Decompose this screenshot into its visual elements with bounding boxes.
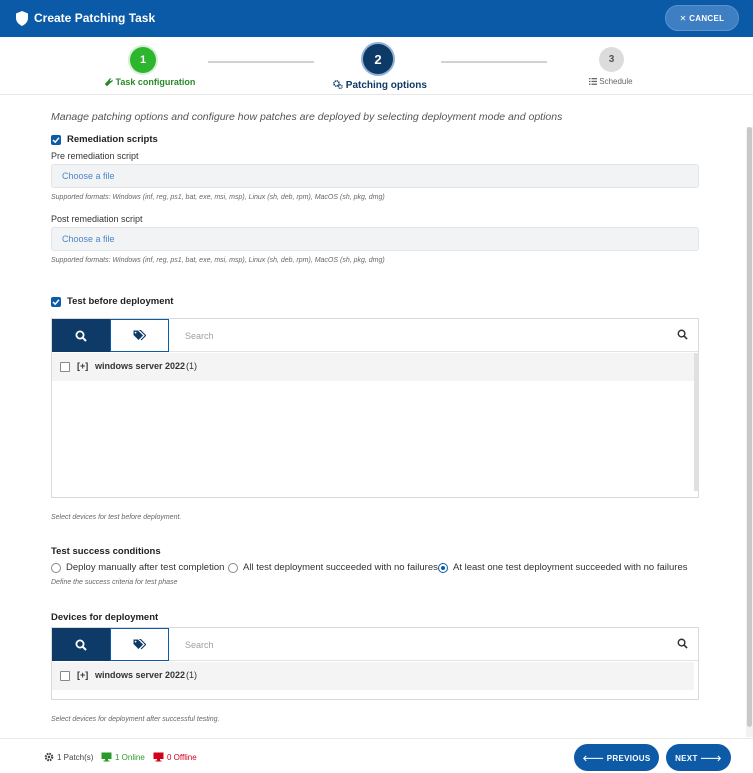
radio-all-succeeded-label[interactable]: All test deployment succeeded with no fa…: [243, 562, 438, 573]
post-remediation-file-input[interactable]: Choose a file: [51, 227, 699, 251]
radio-all-succeeded[interactable]: [228, 563, 238, 573]
deployment-device-expand-toggle[interactable]: [+]: [77, 670, 88, 680]
patch-count-text: 1 Patch(s): [57, 752, 94, 762]
check-icon: [52, 299, 60, 306]
test-device-row[interactable]: [+] windows server 2022 (1): [52, 353, 694, 381]
check-icon: [52, 137, 60, 144]
window-title: Create Patching Task: [34, 11, 156, 25]
step-connector: [208, 61, 314, 63]
radio-deploy-manually-label[interactable]: Deploy manually after test completion: [66, 562, 224, 573]
deployment-devices-panel: [+] windows server 2022 (1): [51, 627, 699, 700]
test-device-expand-toggle[interactable]: [+]: [77, 361, 88, 371]
step-connector: [441, 61, 547, 63]
monitor-icon: [153, 752, 164, 762]
deployment-devices-hint: Select devices for deployment after succ…: [51, 716, 220, 723]
monitor-icon: [101, 752, 112, 762]
tags-icon: [133, 330, 146, 341]
step-2-text: Patching options: [345, 80, 427, 91]
online-count: 1 Online: [101, 752, 145, 762]
search-icon[interactable]: [677, 329, 688, 340]
test-device-row-checkbox[interactable]: [60, 362, 70, 372]
page-scrollbar-thumb[interactable]: [747, 127, 752, 727]
search-icon: [75, 330, 87, 342]
test-devices-scrollbar[interactable]: [694, 353, 699, 491]
test-device-group-count: (1): [186, 361, 197, 371]
test-search-tab[interactable]: [52, 319, 110, 352]
deployment-device-group-name: windows server 2022: [95, 670, 186, 680]
previous-button[interactable]: 🡐 PREVIOUS: [574, 744, 659, 771]
deployment-tags-tab[interactable]: [110, 628, 169, 661]
cancel-button[interactable]: ✕ CANCEL: [665, 5, 739, 31]
offline-count: 0 Offline: [153, 752, 197, 762]
gear-icon: [44, 752, 54, 762]
test-search-input[interactable]: [185, 329, 665, 343]
step-2-circle[interactable]: 2: [363, 44, 393, 74]
test-success-title: Test success conditions: [51, 546, 161, 557]
patch-count: 1 Patch(s): [44, 752, 93, 762]
deployment-device-row[interactable]: [+] windows server 2022 (1): [52, 662, 694, 690]
step-1-circle[interactable]: 1: [130, 47, 156, 73]
step-3-label[interactable]: Schedule: [589, 77, 633, 86]
test-device-group-name: windows server 2022: [95, 361, 186, 371]
post-remediation-hint: Supported formats: Windows (inf, reg, ps…: [51, 257, 385, 264]
step-2-label[interactable]: Patching options: [333, 80, 427, 91]
footer-divider: [0, 738, 753, 739]
radio-at-least-one-succeeded-label[interactable]: At least one test deployment succeeded w…: [453, 562, 687, 573]
stepper: 1 2 3 Task configuration Patching option…: [0, 37, 753, 95]
pre-remediation-label: Pre remediation script: [51, 151, 139, 161]
deployment-device-group-count: (1): [186, 670, 197, 680]
post-remediation-label: Post remediation script: [51, 214, 143, 224]
search-icon[interactable]: [677, 638, 688, 649]
offline-count-text: 0 Offline: [167, 752, 197, 762]
deployment-device-row-checkbox[interactable]: [60, 671, 70, 681]
deployment-search-input[interactable]: [185, 638, 665, 652]
test-tags-tab[interactable]: [110, 319, 169, 352]
test-devices-panel: [+] windows server 2022 (1): [51, 318, 699, 498]
search-icon: [75, 639, 87, 651]
step-1-text: Task configuration: [115, 77, 196, 87]
test-before-checkbox-label[interactable]: Test before deployment: [67, 296, 173, 307]
wrench-icon: [105, 78, 113, 86]
next-button[interactable]: NEXT 🡒: [666, 744, 731, 771]
tags-icon: [133, 639, 146, 650]
test-success-hint: Define the success criteria for test pha…: [51, 579, 178, 586]
online-count-text: 1 Online: [115, 752, 145, 762]
test-before-checkbox[interactable]: [51, 297, 61, 307]
list-icon: [589, 78, 597, 85]
pre-remediation-file-input[interactable]: Choose a file: [51, 164, 699, 188]
remediation-checkbox-label[interactable]: Remediation scripts: [67, 134, 158, 145]
deployment-devices-toolbar: [52, 628, 698, 661]
shield-icon: [16, 11, 28, 26]
pre-remediation-hint: Supported formats: Windows (inf, reg, ps…: [51, 194, 385, 201]
step-3-circle[interactable]: 3: [599, 47, 624, 72]
test-devices-hint: Select devices for test before deploymen…: [51, 514, 182, 521]
intro-text: Manage patching options and configure ho…: [51, 111, 563, 123]
deployment-devices-title: Devices for deployment: [51, 612, 159, 623]
step-1-label[interactable]: Task configuration: [105, 77, 195, 87]
radio-at-least-one-succeeded[interactable]: [438, 563, 448, 573]
radio-deploy-manually[interactable]: [51, 563, 61, 573]
deployment-search-tab[interactable]: [52, 628, 110, 661]
gears-icon: [333, 80, 343, 90]
remediation-checkbox[interactable]: [51, 135, 61, 145]
test-devices-toolbar: [52, 319, 698, 352]
title-bar: Create Patching Task ✕ CANCEL: [0, 0, 753, 37]
step-3-text: Schedule: [599, 77, 633, 86]
